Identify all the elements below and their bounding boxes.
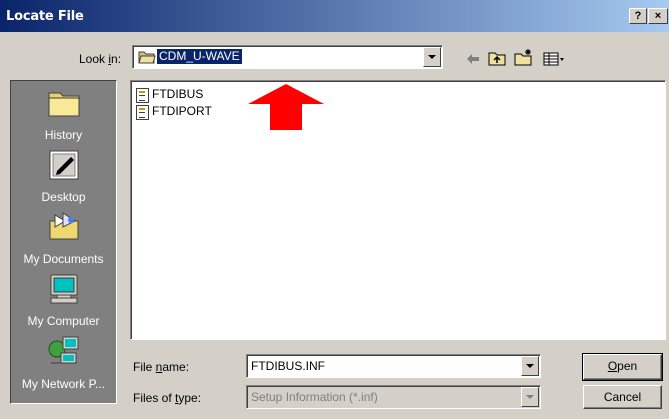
back-arrow-icon[interactable]	[465, 52, 481, 66]
view-menu-icon[interactable]	[543, 52, 565, 66]
new-folder-icon[interactable]	[514, 48, 534, 66]
places-my-documents-label: My Documents	[23, 252, 104, 266]
file-type-value: Setup Information (*.inf)	[251, 390, 378, 404]
setup-info-file-icon	[136, 105, 149, 120]
title-bar: Locate File ? ×	[0, 0, 669, 32]
file-name-label: File name:	[133, 360, 190, 374]
setup-info-file-icon	[136, 88, 149, 103]
cancel-button-label: Cancel	[603, 390, 642, 404]
look-in-value: CDM_U-WAVE	[156, 48, 243, 65]
close-button[interactable]: ×	[648, 8, 668, 24]
places-history-label: History	[44, 128, 83, 142]
look-in-dropdown[interactable]: CDM_U-WAVE	[132, 45, 443, 69]
my-documents-icon	[49, 212, 79, 240]
places-my-computer[interactable]: My Computer	[11, 273, 116, 331]
places-network-label: My Network P...	[21, 377, 106, 391]
places-bar: History Desktop My Documents My Computer	[10, 80, 117, 404]
file-type-label: Files of type:	[133, 391, 202, 405]
desktop-icon	[49, 150, 79, 180]
cancel-button[interactable]: Cancel	[583, 385, 662, 409]
window-title: Locate File	[6, 9, 84, 24]
help-button[interactable]: ?	[629, 8, 647, 24]
folder-open-icon	[138, 51, 156, 64]
places-my-documents[interactable]: My Documents	[11, 211, 116, 269]
file-name: FTDIPORT	[152, 104, 212, 118]
places-desktop[interactable]: Desktop	[11, 149, 116, 207]
history-folder-icon	[48, 92, 80, 117]
file-name-field[interactable]: FTDIBUS.INF	[246, 354, 541, 378]
places-history[interactable]: History	[11, 87, 116, 147]
network-places-icon	[48, 336, 79, 364]
file-list[interactable]	[130, 80, 666, 340]
places-my-computer-label: My Computer	[27, 314, 100, 328]
file-type-dropdown[interactable]: Setup Information (*.inf)	[246, 385, 541, 409]
look-in-label: Look in:	[79, 52, 122, 66]
file-name-dropdown-button[interactable]	[521, 356, 539, 376]
places-network[interactable]: My Network P...	[11, 335, 116, 395]
file-name: FTDIBUS	[152, 87, 204, 101]
open-button-label: Open	[607, 359, 638, 373]
red-arrow-annotation-icon	[248, 84, 324, 130]
look-in-dropdown-button[interactable]	[423, 47, 441, 67]
open-button[interactable]: Open	[582, 353, 663, 381]
file-type-dropdown-button[interactable]	[521, 387, 539, 407]
my-computer-icon	[50, 274, 78, 304]
places-desktop-label: Desktop	[41, 190, 86, 204]
file-name-value: FTDIBUS.INF	[251, 359, 325, 373]
up-folder-icon[interactable]	[488, 50, 506, 66]
